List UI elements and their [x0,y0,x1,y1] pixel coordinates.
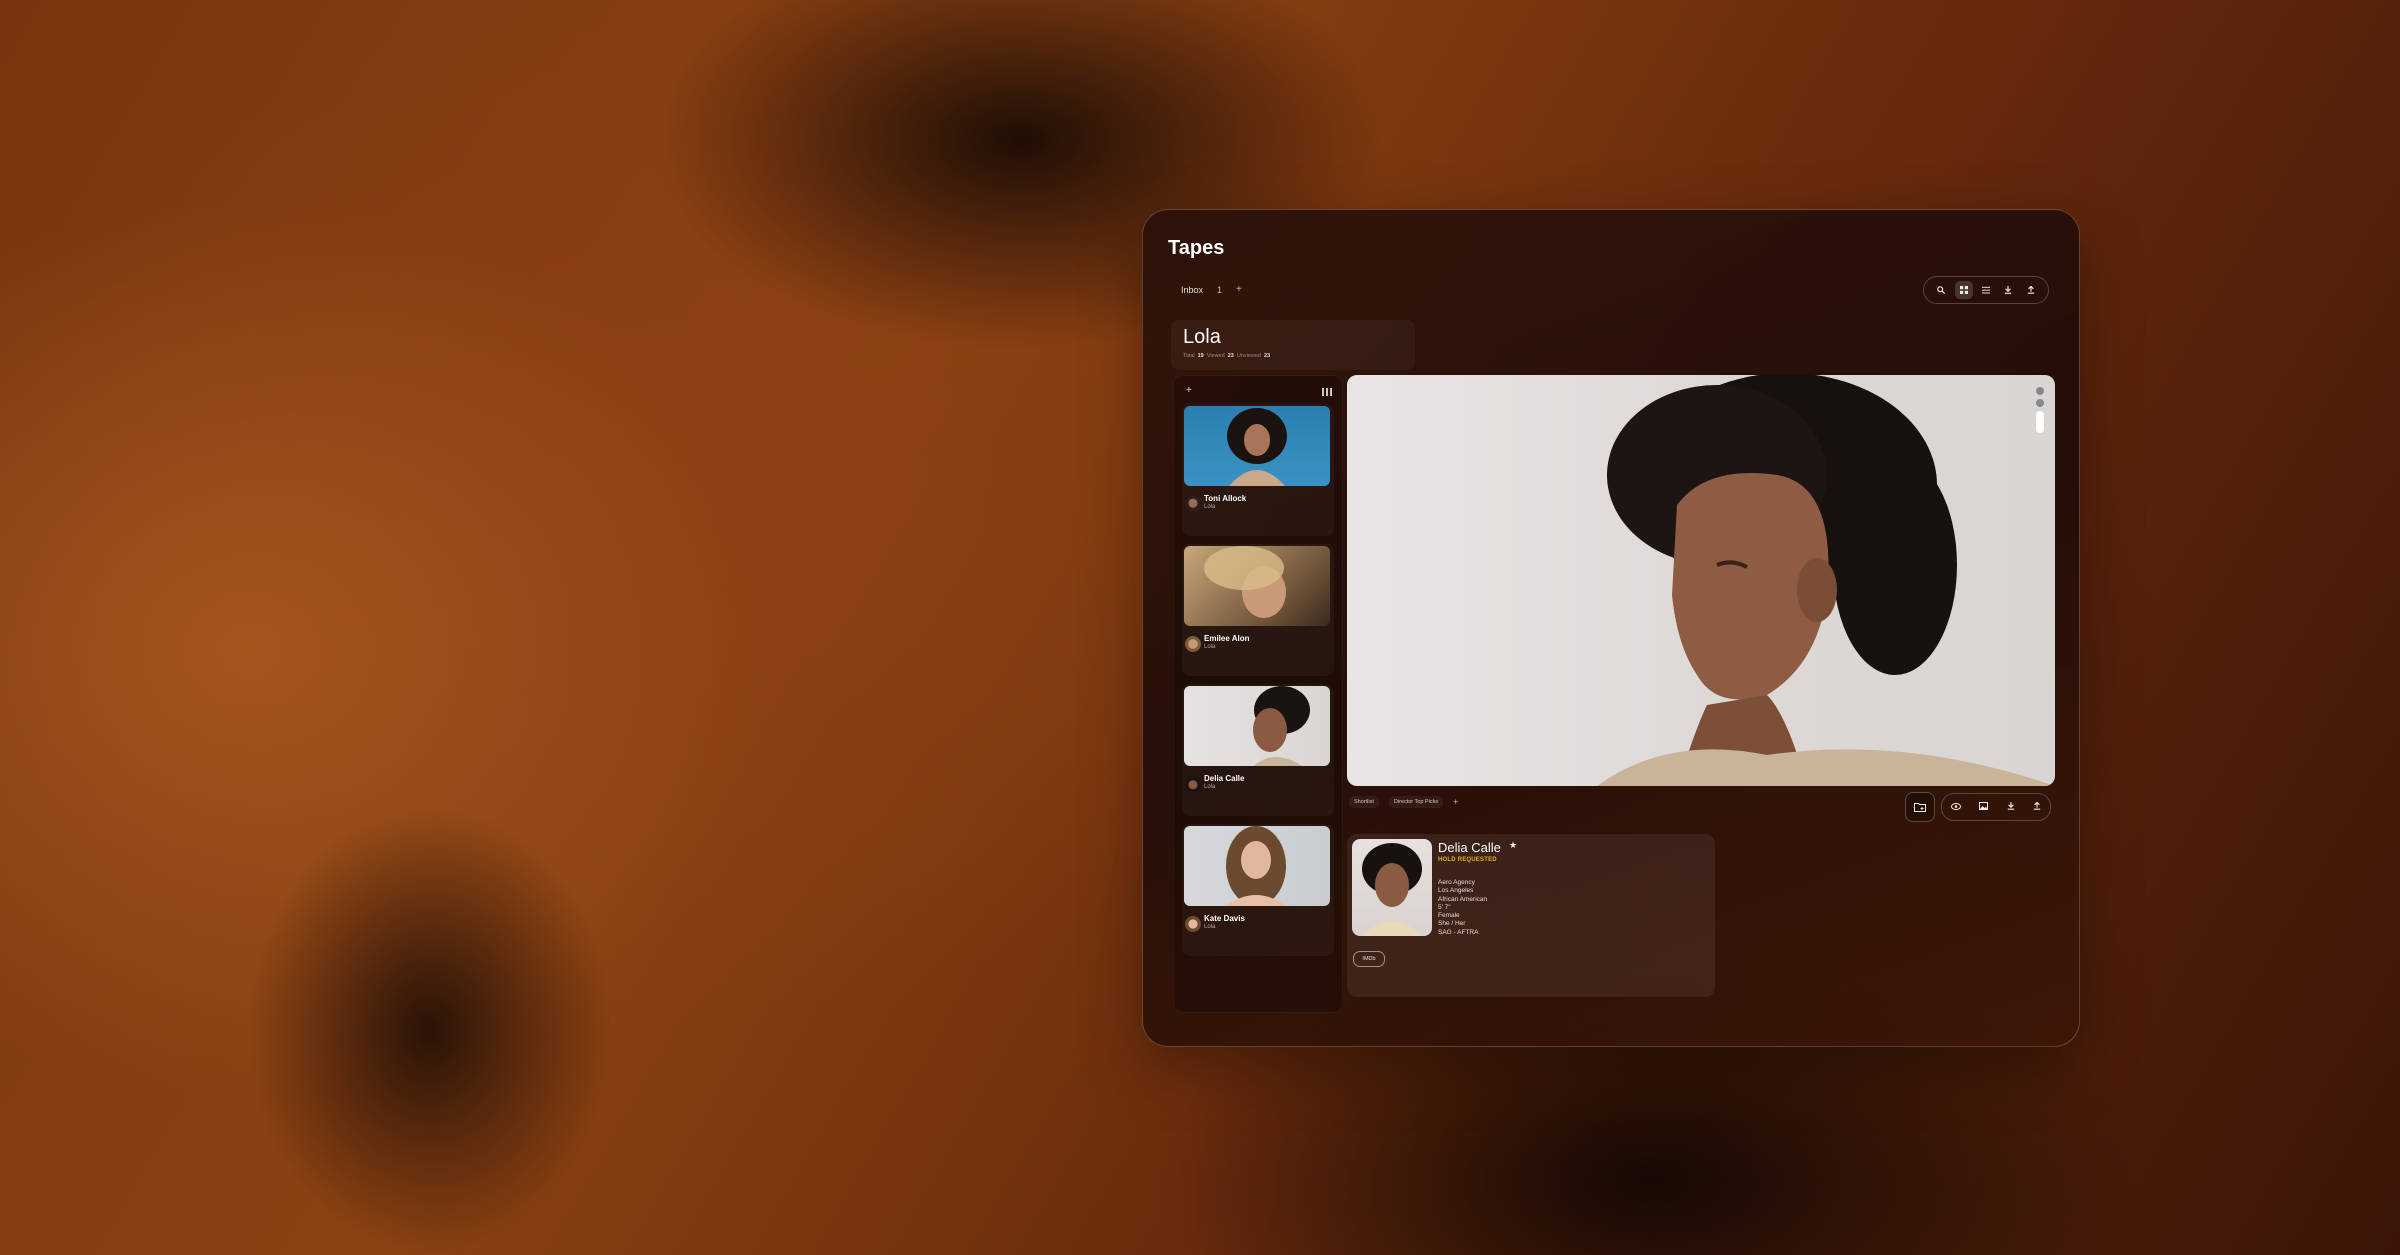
search-icon[interactable] [1932,281,1950,299]
tab-inbox[interactable]: Inbox [1181,285,1203,295]
download-icon[interactable] [2007,802,2015,812]
talent-role: Lola [1204,924,1216,930]
stat-value-viewed: 23 [1227,353,1234,359]
hold-status: HOLD REQUESTED [1438,857,1497,863]
agency: Aero Agency [1438,879,1475,886]
download-icon[interactable] [1999,281,2017,299]
app-title: Tapes [1168,237,1225,259]
stat-label-total: Total [1183,353,1195,359]
project-header: Lola Total 19 Viewed 23 Unviewed 23 [1171,320,1415,370]
upload-icon[interactable] [2022,281,2040,299]
add-talent-button[interactable]: + [1186,385,1192,396]
talent-name: Delia Calle [1204,774,1245,783]
talent-name: Toni Allock [1204,494,1247,503]
pager-dot-active[interactable] [2036,411,2044,433]
favorite-star-icon[interactable]: ★ [1509,840,1517,851]
image-icon[interactable] [1979,802,1989,812]
profile-photo [1352,839,1432,936]
talent-thumbnail [1184,546,1330,626]
list-item[interactable]: Toni Allock Lola [1182,404,1334,536]
chip-director-top-picks[interactable]: Director Top Picks [1388,796,1444,808]
pager-dot[interactable] [2036,387,2044,395]
list-item[interactable]: Delia Calle Lola [1182,684,1334,816]
avatar [1185,916,1201,932]
talent-role: Lola [1204,784,1216,790]
project-name: Lola [1183,326,1221,348]
tapes-window: Tapes Inbox 1 + Lola Total 19 Viewed 23 … [1142,209,2080,1047]
move-to-folder-icon[interactable] [1905,792,1935,822]
talent-thumbnail [1184,686,1330,766]
avatar [1185,776,1201,792]
talent-role: Lola [1204,504,1216,510]
talent-name: Emilee Alon [1204,634,1250,643]
view-toolbar [1923,276,2049,304]
project-stats: Total 19 Viewed 23 Unviewed 23 [1183,353,1270,359]
union: SAG - AFTRA [1438,928,1479,936]
list-chips: Shortlist Director Top Picks + [1349,796,1458,808]
talent-name: Kate Davis [1204,914,1245,923]
talent-thumbnail [1184,406,1330,486]
profile-details: Aero Agency Los Angeles African American… [1438,879,1487,937]
ethnicity: African American [1438,895,1488,903]
add-tab-button[interactable]: + [1236,284,1242,295]
height: 5' 7" [1438,903,1451,911]
upload-icon[interactable] [2033,801,2041,812]
stat-label-viewed: Viewed [1206,353,1225,359]
tab-bar: Inbox 1 + [1181,284,1242,295]
talent-profile-card: Delia Calle ★ HOLD REQUESTED Aero Agency… [1347,834,1715,997]
eye-icon[interactable] [1951,802,1962,812]
media-viewer[interactable] [1347,375,2055,786]
action-bar [1905,792,2051,822]
talent-thumbnail [1184,826,1330,906]
add-chip-button[interactable]: + [1453,797,1458,807]
grid-icon[interactable] [1322,388,1332,396]
chip-shortlist[interactable]: Shortlist [1349,796,1379,808]
stat-value-total: 19 [1197,353,1204,359]
media-pager[interactable] [2035,387,2045,433]
inbox-count: 1 [1217,284,1223,295]
location: Los Angeles [1438,887,1474,895]
gender: Female [1438,912,1460,920]
talent-list: + Toni Allock Lola Emilee Alon Lola Deli… [1173,375,1343,1013]
avatar [1185,496,1201,512]
profile-name: Delia Calle [1438,840,1501,855]
list-item[interactable]: Kate Davis Lola [1182,824,1334,956]
avatar [1185,636,1201,652]
list-item[interactable]: Emilee Alon Lola [1182,544,1334,676]
pronouns: She / Her [1438,920,1466,928]
stat-label-unviewed: Unviewed [1236,353,1261,359]
list-view-icon[interactable] [1977,281,1995,299]
talent-role: Lola [1204,644,1216,650]
imdb-button[interactable]: IMDb [1353,951,1385,967]
media-actions [1941,793,2051,821]
stat-value-unviewed: 23 [1263,353,1271,359]
grid-view-icon[interactable] [1954,281,1973,299]
pager-dot[interactable] [2036,399,2044,407]
headshot-image [1597,375,2055,786]
